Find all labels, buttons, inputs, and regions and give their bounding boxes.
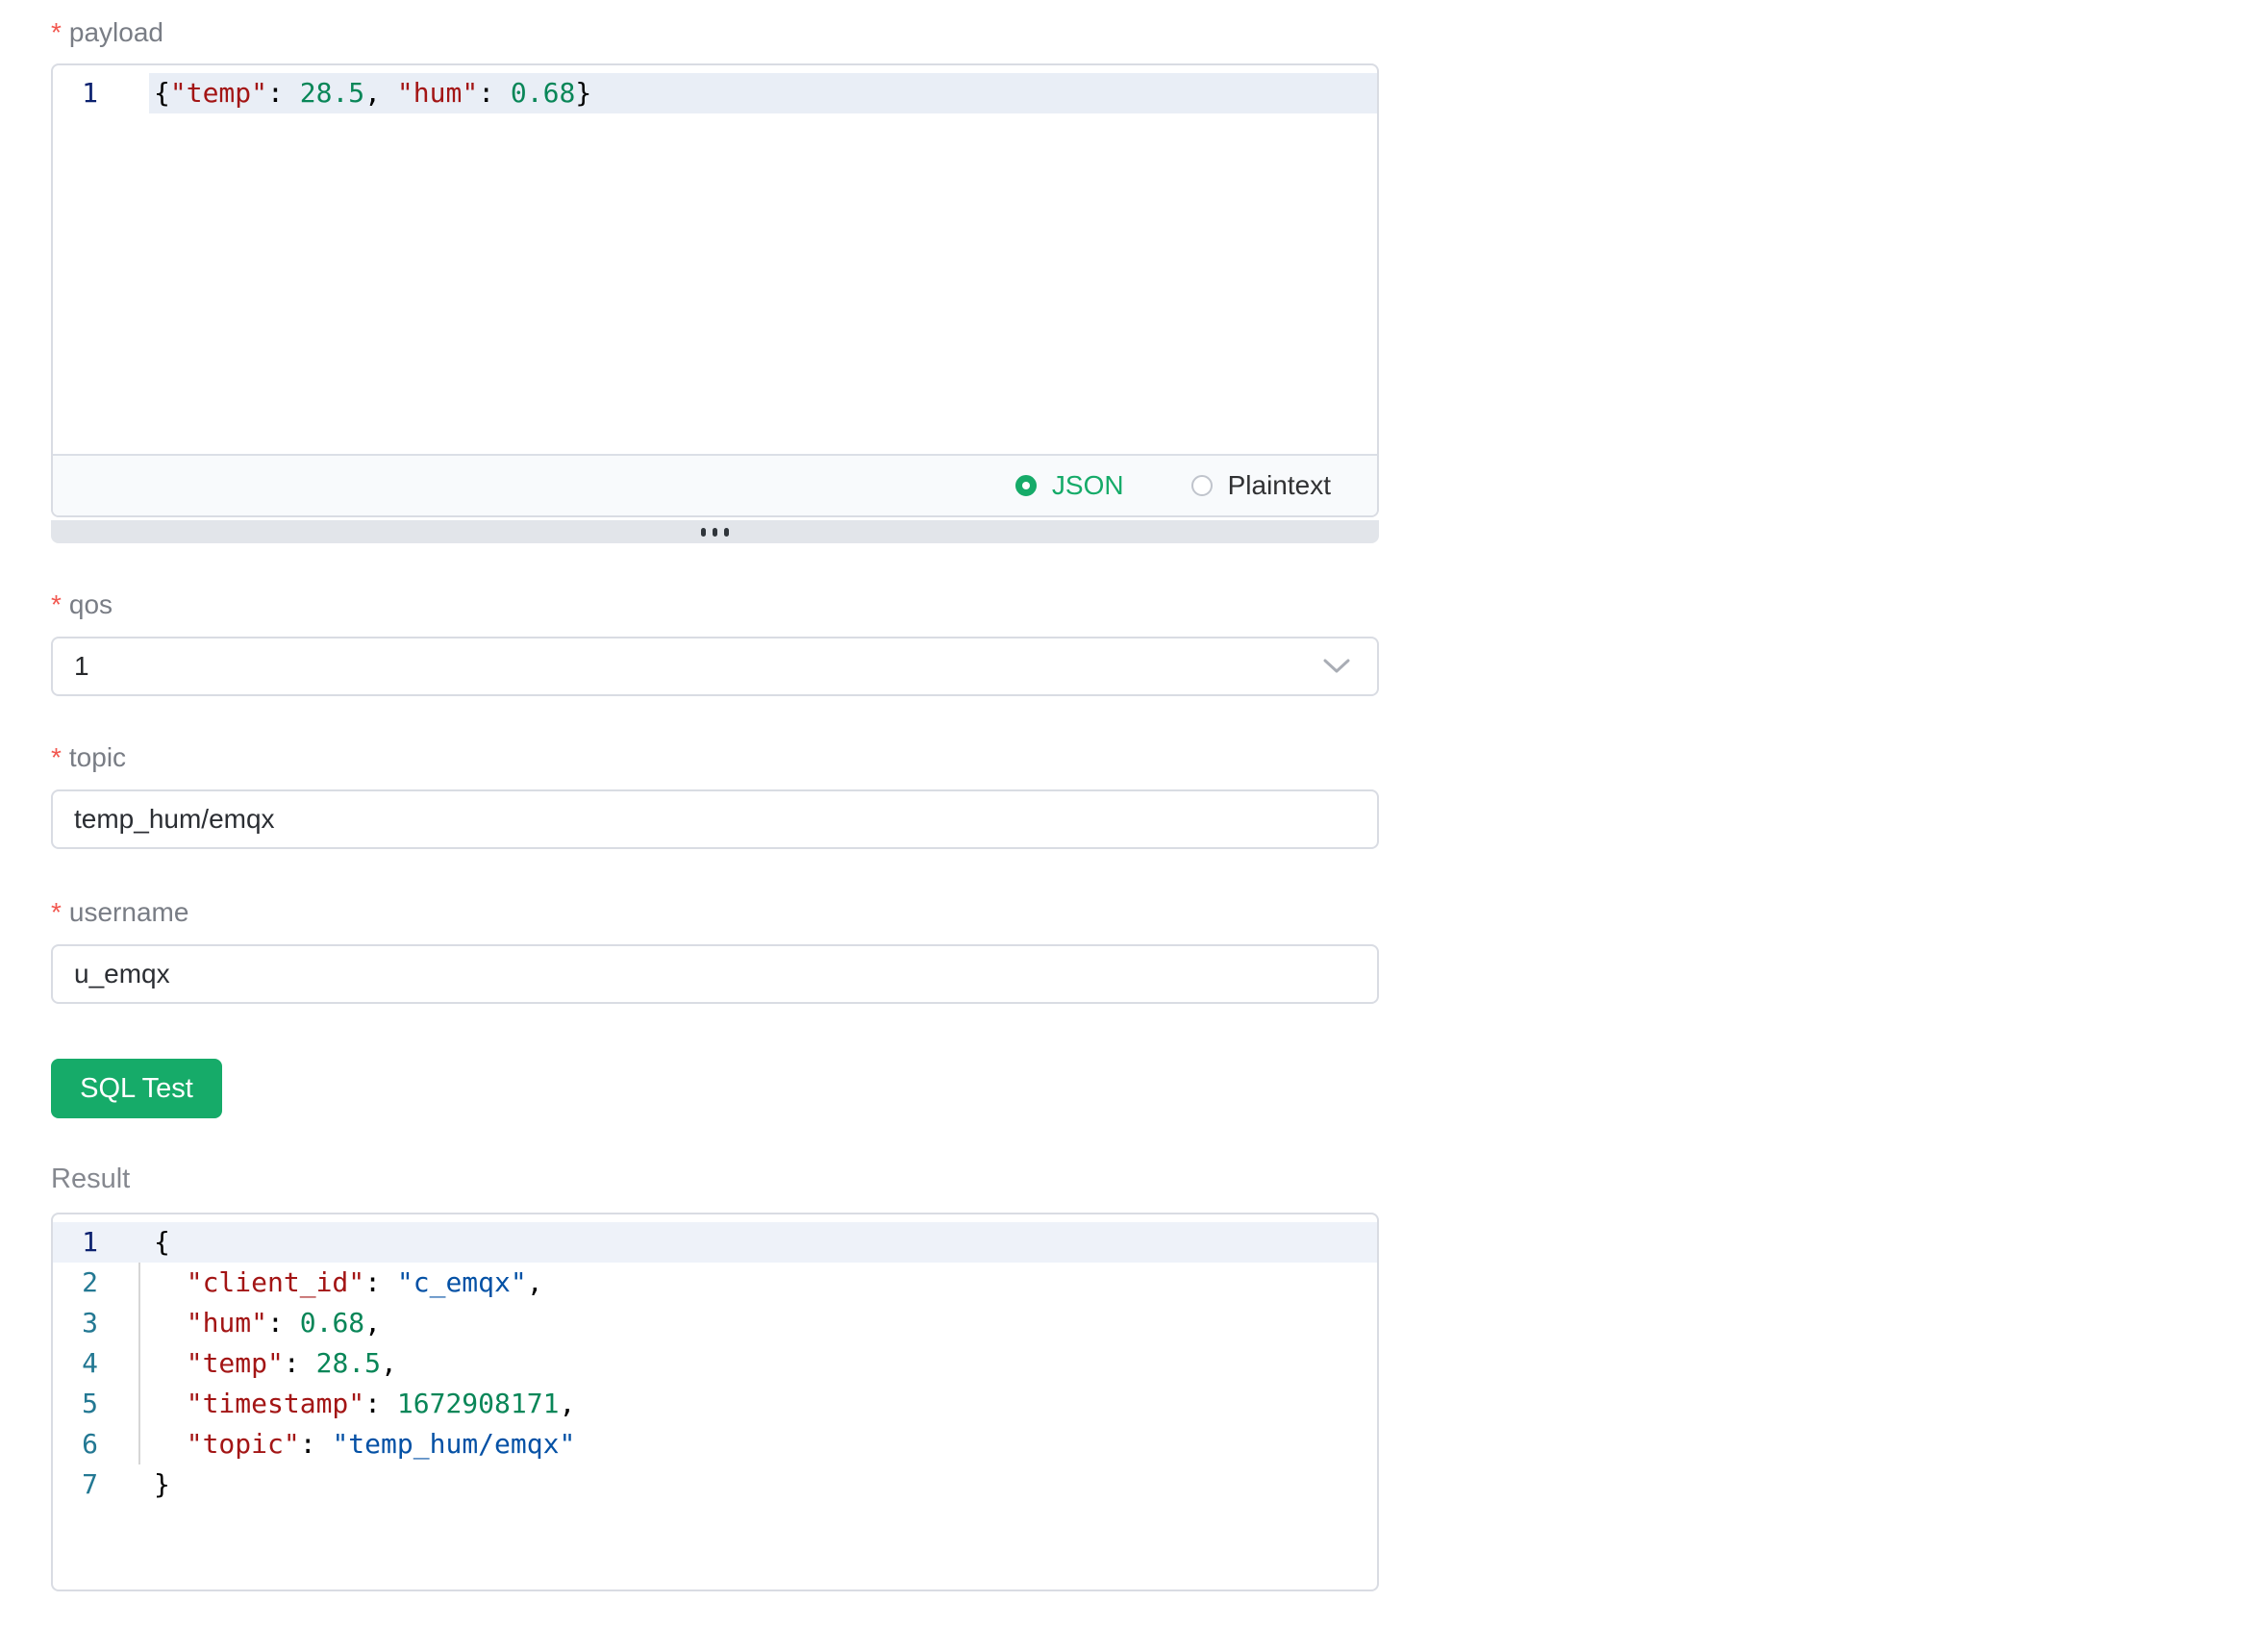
editor-resize-handle[interactable] [51,520,1379,543]
radio-unselected-icon [1191,475,1213,496]
line-number: 4 [53,1343,98,1384]
line-number: 1 [53,1222,98,1263]
username-label: *username [51,893,1379,932]
format-radio-json-label: JSON [1052,470,1124,501]
code-text: "topic": "temp_hum/emqx" [149,1424,1377,1464]
indent-guide [138,1303,140,1343]
payload-editor: 1 {"temp": 28.5, "hum": 0.68} JSON Plaint… [51,63,1379,517]
result-editor: 1{2 "client_id": "c_emqx",3 "hum": 0.68,… [51,1213,1379,1591]
required-asterisk: * [51,17,62,47]
username-input[interactable] [51,944,1379,1004]
code-line: 5 "timestamp": 1672908171, [53,1384,1377,1424]
code-text: } [149,1464,1377,1505]
format-radio-plaintext[interactable]: Plaintext [1191,470,1331,501]
topic-input[interactable] [51,789,1379,849]
required-asterisk: * [51,742,62,772]
code-text: {"temp": 28.5, "hum": 0.68} [149,73,1377,113]
line-number: 3 [53,1303,98,1343]
drag-dots-icon [701,528,706,537]
code-text: "temp": 28.5, [149,1343,1377,1384]
indent-guide [138,1424,140,1464]
drag-dots-icon [713,528,717,537]
topic-label: *topic [51,738,1379,777]
sql-test-button[interactable]: SQL Test [51,1059,222,1118]
result-label: Result [51,1160,1379,1198]
code-line: 7} [53,1464,1377,1505]
code-text: "hum": 0.68, [149,1303,1377,1343]
format-radio-plaintext-label: Plaintext [1228,470,1331,501]
drag-dots-icon [724,528,729,537]
code-line: 6 "topic": "temp_hum/emqx" [53,1424,1377,1464]
line-number: 6 [53,1424,98,1464]
line-number: 5 [53,1384,98,1424]
code-line: 1{ [53,1222,1377,1263]
indent-guide [138,1343,140,1384]
code-text: { [149,1222,1377,1263]
code-text: "client_id": "c_emqx", [149,1263,1377,1303]
required-asterisk: * [51,897,62,927]
result-code-area: 1{2 "client_id": "c_emqx",3 "hum": 0.68,… [53,1214,1377,1528]
format-radio-json[interactable]: JSON [1015,470,1124,501]
line-number: 2 [53,1263,98,1303]
code-line: 2 "client_id": "c_emqx", [53,1263,1377,1303]
indent-guide [138,1384,140,1424]
code-text: "timestamp": 1672908171, [149,1384,1377,1424]
chevron-down-icon [1323,659,1350,674]
line-number: 7 [53,1464,98,1505]
radio-selected-icon [1015,475,1037,496]
required-asterisk: * [51,589,62,619]
payload-label: *payload [51,13,1379,52]
qos-select[interactable]: 1 [51,637,1379,696]
code-line: 3 "hum": 0.68, [53,1303,1377,1343]
sql-test-form: *payload 1 {"temp": 28.5, "hum": 0.68} JS… [51,13,1379,1591]
payload-code-area[interactable]: 1 {"temp": 28.5, "hum": 0.68} [53,65,1377,454]
code-line: 1 {"temp": 28.5, "hum": 0.68} [53,73,1377,113]
code-line: 4 "temp": 28.5, [53,1343,1377,1384]
line-number: 1 [53,73,98,113]
indent-guide [138,1263,140,1303]
payload-format-toolbar: JSON Plaintext [53,454,1377,515]
qos-label: *qos [51,586,1379,624]
qos-select-value: 1 [74,651,89,682]
